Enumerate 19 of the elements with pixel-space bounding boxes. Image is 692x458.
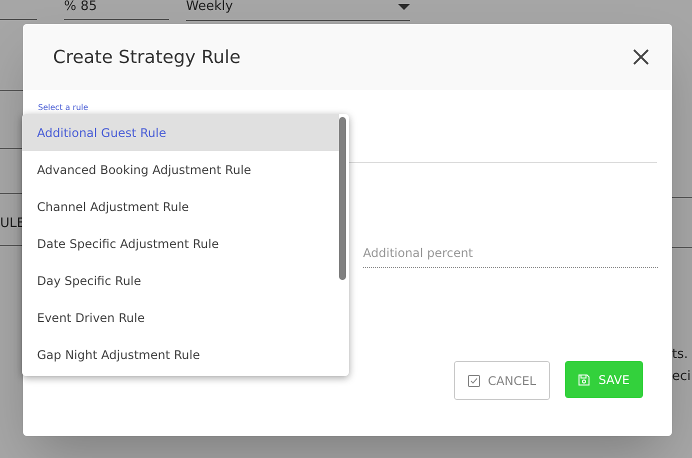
period-select[interactable]: Weekly bbox=[186, 0, 410, 21]
field-label: Select a rule bbox=[38, 103, 90, 113]
save-icon bbox=[578, 374, 590, 386]
close-icon bbox=[632, 48, 650, 66]
dropdown-option[interactable]: Advanced Booking Adjustment Rule bbox=[22, 151, 339, 188]
dialog-title: Create Strategy Rule bbox=[53, 46, 241, 70]
dropdown-option[interactable]: Date Specific Adjustment Rule bbox=[22, 225, 339, 262]
dropdown-option[interactable]: Day Specific Rule bbox=[22, 262, 339, 299]
checkbox-icon bbox=[468, 374, 480, 386]
cancel-button[interactable]: CANCEL bbox=[454, 361, 550, 400]
body-text: eci bbox=[672, 368, 691, 386]
scrollbar-thumb[interactable] bbox=[339, 117, 346, 280]
caret-icon bbox=[398, 4, 410, 10]
dropdown-option[interactable]: Gap Night Adjustment Rule bbox=[22, 336, 339, 373]
dropdown-option[interactable]: Additional Guest Rule bbox=[22, 114, 339, 151]
percent-field[interactable]: % 85 bbox=[64, 0, 169, 20]
body-text: ts. bbox=[672, 346, 688, 364]
dropdown-option[interactable]: Channel Adjustment Rule bbox=[22, 188, 339, 225]
dropdown-option[interactable]: Event Driven Rule bbox=[22, 299, 339, 336]
